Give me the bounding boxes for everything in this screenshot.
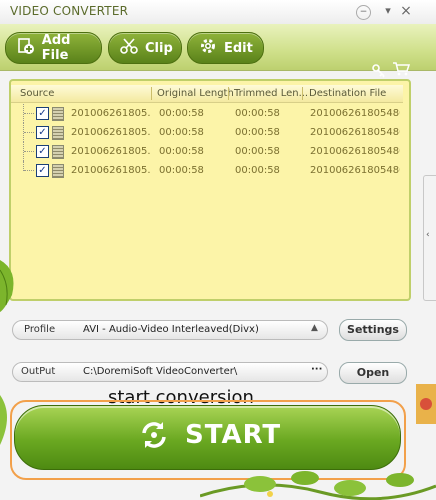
output-label: OutPut	[21, 366, 56, 377]
table-row[interactable]: ✓ 201006261805... 00:00:58 00:00:58 2010…	[11, 142, 403, 161]
table-header: Source Original Length Trimmed Len... De…	[11, 85, 403, 103]
gear-icon	[198, 37, 218, 59]
scissors-icon	[119, 37, 139, 59]
cell-trimmed-length: 00:00:58	[235, 165, 280, 176]
table-row[interactable]: ✓ 201006261805... 00:00:58 00:00:58 2010…	[11, 123, 403, 142]
cell-original-length: 00:00:58	[159, 165, 204, 176]
film-icon	[52, 107, 64, 121]
row-checkbox[interactable]: ✓	[36, 164, 49, 177]
film-icon	[52, 145, 64, 159]
row-checkbox[interactable]: ✓	[36, 107, 49, 120]
cell-destination: 201006261805480...	[310, 127, 400, 138]
edit-button[interactable]: Edit	[187, 32, 264, 64]
table-row[interactable]: ✓ 201006261805... 00:00:58 00:00:58 2010…	[11, 104, 403, 123]
output-path-value: C:\DoremiSoft VideoConverter\	[83, 366, 238, 377]
close-button[interactable]: ×	[398, 3, 414, 19]
add-file-button[interactable]: Add File	[5, 32, 102, 64]
settings-button[interactable]: Settings	[339, 319, 407, 341]
cell-original-length: 00:00:58	[159, 127, 204, 138]
leaf-decoration-icon	[0, 260, 14, 312]
film-icon	[52, 164, 64, 178]
cell-original-length: 00:00:58	[159, 108, 204, 119]
browse-button[interactable]: ···	[311, 364, 322, 375]
cell-source: 201006261805...	[71, 127, 151, 138]
cell-destination: 201006261805480...	[310, 146, 400, 157]
refresh-icon	[142, 422, 166, 448]
start-label: START	[185, 420, 282, 450]
dropdown-arrow-icon: ▲	[311, 323, 318, 333]
add-file-label: Add File	[41, 33, 71, 63]
cell-source: 201006261805...	[71, 165, 151, 176]
edit-label: Edit	[224, 40, 253, 56]
cell-destination: 201006261805480...	[310, 108, 400, 119]
row-checkbox[interactable]: ✓	[36, 145, 49, 158]
title-bar: VIDEO CONVERTER − ▾ ×	[0, 0, 436, 24]
side-panel-toggle[interactable]: ‹	[423, 175, 436, 301]
cell-source: 201006261805...	[71, 146, 151, 157]
menu-dropdown-button[interactable]: ▾	[380, 3, 396, 19]
cell-trimmed-length: 00:00:58	[235, 127, 280, 138]
cell-trimmed-length: 00:00:58	[235, 146, 280, 157]
cell-trimmed-length: 00:00:58	[235, 108, 280, 119]
chevron-left-icon: ‹	[426, 230, 430, 240]
flower-decoration-icon	[416, 384, 436, 424]
toolbar: Add File Clip Edit	[0, 24, 436, 78]
cell-destination: 201006261805480...	[310, 165, 400, 176]
minimize-button[interactable]: −	[356, 5, 371, 20]
clip-button[interactable]: Clip	[108, 32, 182, 64]
column-original-length[interactable]: Original Length	[157, 88, 234, 99]
table-row[interactable]: ✓ 201006261805... 00:00:58 00:00:58 2010…	[11, 161, 403, 180]
leaf-decoration-icon	[0, 395, 7, 445]
column-source[interactable]: Source	[20, 88, 54, 99]
profile-label: Profile	[24, 324, 56, 335]
add-file-icon	[16, 37, 36, 59]
open-button[interactable]: Open	[339, 362, 407, 384]
output-path-field[interactable]: OutPut C:\DoremiSoft VideoConverter\ ···	[12, 362, 328, 382]
vine-decoration-icon	[200, 471, 436, 500]
cell-source: 201006261805...	[71, 108, 151, 119]
column-trimmed-length[interactable]: Trimmed Len...	[234, 88, 308, 99]
column-destination-file[interactable]: Destination File	[309, 88, 386, 99]
cart-icon[interactable]	[392, 62, 411, 80]
film-icon	[52, 126, 64, 140]
file-list-panel[interactable]: Source Original Length Trimmed Len... De…	[9, 79, 411, 301]
cell-original-length: 00:00:58	[159, 146, 204, 157]
window-title: VIDEO CONVERTER	[10, 4, 129, 18]
profile-select[interactable]: Profile AVI - Audio-Video Interleaved(Di…	[12, 320, 328, 340]
clip-label: Clip	[145, 40, 173, 56]
profile-value: AVI - Audio-Video Interleaved(Divx)	[83, 324, 259, 335]
row-checkbox[interactable]: ✓	[36, 126, 49, 139]
